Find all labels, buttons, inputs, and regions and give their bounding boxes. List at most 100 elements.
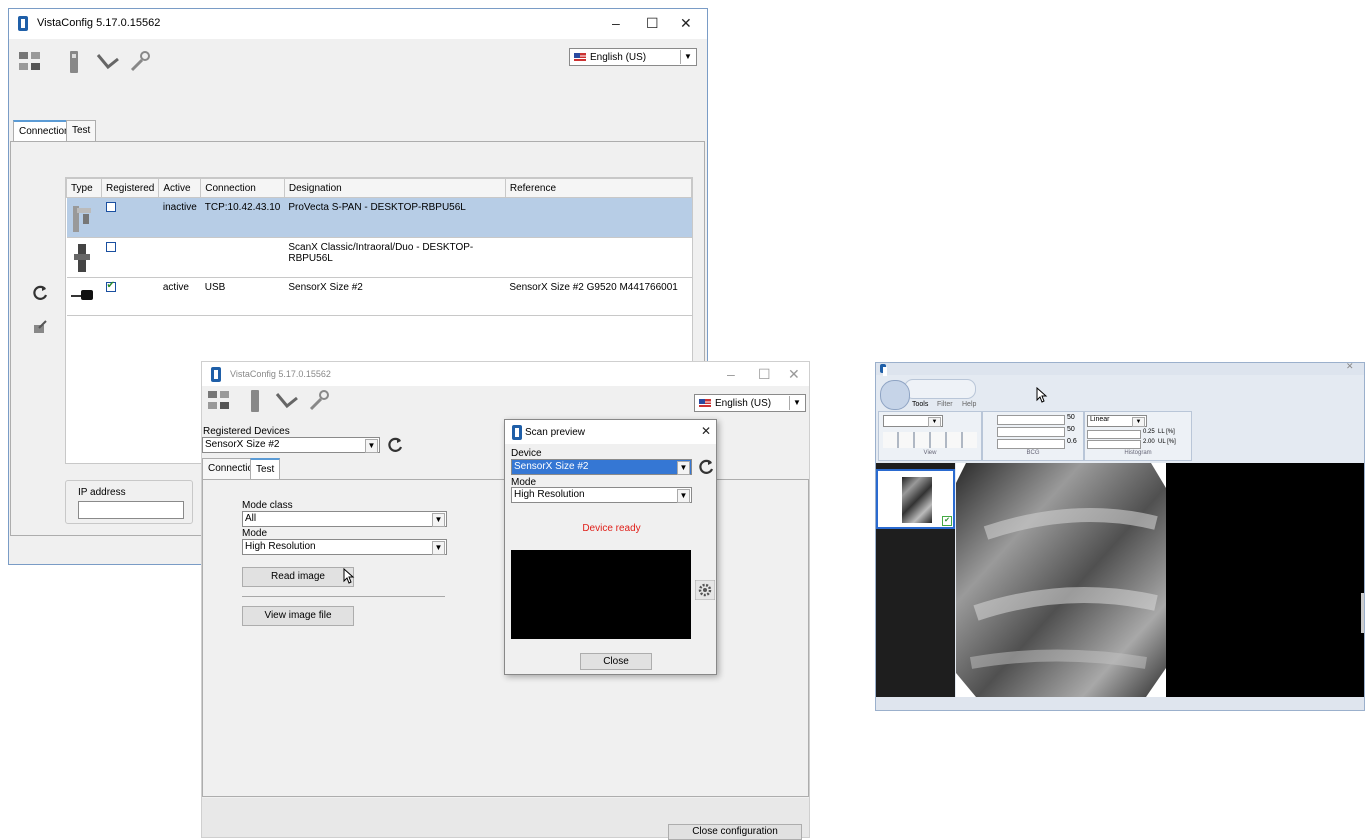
device-label: Device — [511, 448, 542, 459]
view-image-file-button[interactable]: View image file — [242, 606, 354, 626]
col-designation[interactable]: Designation — [283, 178, 506, 198]
bcg-group: 50 50 0.6 BCG — [982, 411, 1084, 461]
contrast-slider[interactable] — [997, 427, 1065, 437]
scan-preview-dialog: Scan preview ✕ Device SensorX Size #2 ▼ … — [504, 419, 717, 675]
mode-select[interactable]: High Resolution ▼ — [242, 539, 447, 555]
close-button[interactable]: Close — [580, 653, 652, 670]
registered-devices-select[interactable]: SensorX Size #2 ▼ — [202, 437, 380, 453]
menu-help[interactable]: Help — [962, 401, 976, 408]
col-connection[interactable]: Connection — [200, 178, 285, 198]
group-label-view: View — [923, 450, 937, 456]
table-row[interactable]: active USB SensorX Size #2 SensorX Size … — [66, 277, 692, 316]
table-row[interactable]: inactive TCP:10.42.43.10 ProVecta S-PAN … — [66, 197, 692, 238]
us-flag-icon — [574, 53, 586, 61]
registered-checkbox[interactable] — [105, 202, 116, 212]
close-icon[interactable]: ✕ — [788, 366, 800, 383]
scrollbar-handle[interactable] — [1361, 593, 1364, 633]
ip-address-input[interactable] — [78, 501, 184, 519]
menu-tools[interactable]: Tools — [912, 401, 928, 408]
language-select[interactable]: English (US) ▼ — [569, 48, 697, 66]
close-icon[interactable]: ✕ — [680, 15, 692, 32]
scan-preview-title: Scan preview — [525, 427, 586, 438]
mouse-cursor-icon — [1036, 387, 1048, 403]
minimize-icon[interactable]: – — [612, 15, 620, 31]
refresh-icon[interactable] — [697, 458, 715, 476]
mode-label: Mode — [242, 528, 268, 539]
view-group: ▼ View — [878, 411, 982, 461]
table-row[interactable]: ScanX Classic/Intraoral/Duo - DESKTOP-RB… — [66, 237, 692, 278]
registered-checkbox[interactable] — [105, 280, 116, 292]
devices-icon[interactable] — [17, 49, 43, 75]
ll-slider[interactable] — [1087, 430, 1141, 439]
settings-gear-icon[interactable] — [695, 580, 715, 600]
group-label-histogram: Histogram — [1124, 450, 1152, 456]
separator — [242, 596, 445, 597]
maximize-icon[interactable]: ☐ — [758, 366, 771, 383]
mode-class-select[interactable]: All ▼ — [242, 511, 447, 527]
sensor-icon[interactable] — [95, 49, 121, 75]
vista-app-icon — [18, 16, 28, 31]
device-table: Type Registered Active Connection Design… — [66, 178, 693, 316]
group-label-bcg: BCG — [1026, 450, 1040, 456]
zoom-select[interactable]: ▼ — [883, 415, 943, 427]
refresh-icon[interactable] — [386, 436, 404, 454]
second-titlebar[interactable]: VistaConfig 5.17.0.15562 – ☐ ✕ — [202, 362, 809, 386]
view-buttons[interactable] — [883, 432, 977, 448]
ul-slider[interactable] — [1087, 440, 1141, 449]
sensor-icon[interactable] — [274, 388, 300, 414]
gamma-slider[interactable] — [997, 439, 1065, 449]
wrench-icon[interactable] — [127, 49, 153, 75]
scan-preview-titlebar[interactable]: Scan preview ✕ — [505, 420, 716, 444]
tab-test[interactable]: Test — [66, 120, 97, 141]
viewer-statusbar — [876, 697, 1364, 710]
thumbnail-item[interactable]: ✔ — [876, 469, 955, 529]
main-titlebar[interactable]: VistaConfig 5.17.0.15562 – ☐ ✕ — [9, 9, 707, 39]
thumbnail-check-icon: ✔ — [942, 516, 952, 526]
wrench-icon[interactable] — [306, 388, 332, 414]
viewer-titlebar[interactable]: ✕ — [876, 363, 1364, 376]
scanx-device-icon — [73, 244, 90, 272]
device-status: Device ready — [582, 523, 641, 534]
histogram-group: Linear ▼ 0.25 LL [%] 2.00 UL [%] Histogra… — [1084, 411, 1192, 461]
col-active[interactable]: Active — [158, 178, 202, 198]
registered-checkbox[interactable] — [105, 242, 116, 252]
mode-select[interactable]: High Resolution ▼ — [511, 487, 692, 503]
col-type[interactable]: Type — [66, 178, 102, 198]
edit-device-icon[interactable] — [31, 318, 49, 336]
col-registered[interactable]: Registered — [100, 178, 160, 198]
devices-icon[interactable] — [206, 388, 232, 414]
refresh-icon[interactable] — [31, 284, 49, 302]
vista-app-icon — [512, 425, 522, 440]
mouse-cursor-icon — [343, 568, 355, 584]
col-reference[interactable]: Reference — [504, 178, 693, 198]
brightness-slider[interactable] — [997, 415, 1065, 425]
sensor-device-icon — [70, 290, 93, 300]
image-canvas[interactable] — [956, 463, 1364, 697]
gamma-value: 0.6 — [1067, 438, 1077, 445]
minimize-icon[interactable]: – — [727, 366, 735, 382]
language-select[interactable]: English (US) ▼ — [694, 394, 806, 412]
close-icon[interactable]: ✕ — [1346, 363, 1354, 372]
menu-filter[interactable]: Filter — [937, 401, 953, 408]
chevron-down-icon: ▼ — [680, 50, 695, 64]
chevron-down-icon: ▼ — [432, 541, 445, 555]
device-select[interactable]: SensorX Size #2 ▼ — [511, 459, 692, 475]
chevron-down-icon: ▼ — [1132, 417, 1145, 427]
scanner-icon[interactable] — [242, 388, 268, 414]
registered-devices-label: Registered Devices — [203, 426, 290, 437]
viewer-app-button[interactable] — [880, 380, 910, 410]
read-image-button[interactable]: Read image — [242, 567, 354, 587]
close-icon[interactable]: ✕ — [701, 424, 711, 438]
chevron-down-icon: ▼ — [677, 461, 690, 475]
thumbnail-strip: ✔ — [876, 463, 955, 697]
scanner-icon[interactable] — [61, 49, 87, 75]
histogram-mode-select[interactable]: Linear ▼ — [1087, 415, 1147, 427]
chevron-down-icon: ▼ — [432, 513, 445, 527]
second-statusbar: Close configuration — [202, 798, 809, 840]
tab-test[interactable]: Test — [250, 458, 281, 479]
chevron-down-icon: ▼ — [677, 489, 690, 503]
viewer-quick-toolbar — [904, 379, 976, 399]
chevron-down-icon: ▼ — [365, 439, 378, 453]
maximize-icon[interactable]: ☐ — [646, 15, 659, 32]
chevron-down-icon: ▼ — [789, 396, 804, 410]
